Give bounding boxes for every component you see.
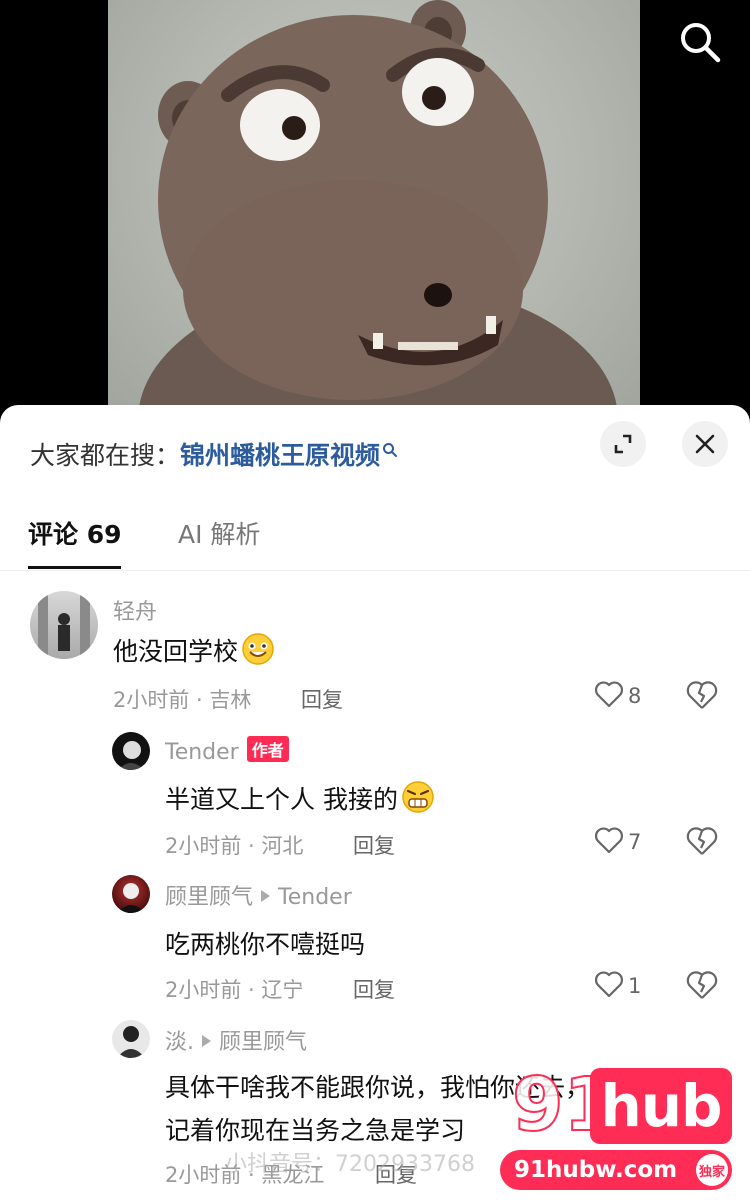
comment-text-line-1: 具体干啥我不能跟你说，我怕你还去，: [165, 1073, 591, 1102]
heart-icon: [594, 826, 624, 858]
comment-meta: 2小时前 · 黑龙江: [165, 1163, 325, 1187]
broken-heart-icon[interactable]: [686, 970, 718, 1002]
reply-button[interactable]: 回复: [353, 830, 395, 860]
hippo-illustration: [138, 0, 618, 430]
comment-text: 半道又上个人 我接的: [165, 780, 435, 816]
trending-prefix: 大家都在搜：: [30, 441, 181, 470]
tab-ai-analysis[interactable]: AI 解析: [178, 515, 260, 551]
commenter-name[interactable]: 淡. 顾里顾气: [165, 1024, 307, 1056]
video-player[interactable]: [0, 0, 750, 430]
like-count: 8: [628, 684, 642, 708]
grimace-emoji-icon: [401, 780, 435, 814]
trending-search[interactable]: 大家都在搜：锦州蟠桃王原视频: [30, 435, 398, 472]
author-badge: 作者: [246, 736, 289, 762]
avatar[interactable]: [30, 591, 98, 659]
heart-icon: [594, 680, 624, 712]
close-icon[interactable]: [682, 421, 728, 467]
reply-arrow-icon: [202, 1035, 211, 1047]
commenter-name[interactable]: Tender 作者: [165, 736, 289, 765]
small-search-icon: [382, 435, 398, 457]
tab-bar: 评论 69 AI 解析: [0, 505, 750, 571]
avatar[interactable]: [112, 732, 150, 770]
reply-to-name[interactable]: 顾里顾气: [219, 1030, 307, 1055]
comment-text-content: 他没回学校: [113, 637, 239, 666]
comment-text-content: 半道又上个人 我接的: [165, 785, 398, 814]
comment-text: 吃两桃你不噎挺吗: [165, 930, 366, 959]
like-button[interactable]: 7: [594, 826, 641, 858]
reply-to-name[interactable]: Tender: [278, 885, 352, 910]
like-count: 7: [628, 830, 642, 854]
commenter-name[interactable]: 轻舟: [113, 594, 157, 626]
trending-keyword[interactable]: 锦州蟠桃王原视频: [180, 441, 380, 470]
comment-meta: 2小时前 · 河北: [165, 834, 304, 858]
broken-heart-icon[interactable]: [686, 826, 718, 858]
tab-comments[interactable]: 评论 69: [28, 515, 122, 551]
commenter-name[interactable]: 顾里顾气 Tender: [165, 879, 352, 911]
comment-text: 他没回学校: [113, 632, 275, 668]
like-count: 1: [628, 974, 642, 998]
comment-sheet: 大家都在搜：锦州蟠桃王原视频 评论 69 AI 解析 轻舟 他没回学校 2小时前…: [0, 405, 750, 1200]
avatar[interactable]: [112, 1020, 150, 1058]
reply-button[interactable]: 回复: [353, 974, 395, 1004]
smile-emoji-icon: [241, 632, 275, 666]
reply-button[interactable]: 回复: [375, 1159, 417, 1189]
comment-text-line-2: 记着你现在当务之急是学习: [165, 1116, 466, 1145]
comment-meta: 2小时前 · 辽宁: [165, 978, 304, 1002]
broken-heart-icon[interactable]: [686, 680, 718, 712]
video-frame: [108, 0, 640, 430]
reply-arrow-icon: [261, 890, 271, 902]
commenter-name-text: 淡.: [165, 1030, 194, 1055]
like-button[interactable]: 8: [594, 680, 641, 712]
active-tab-indicator: [28, 566, 121, 569]
comment-meta: 2小时前 · 吉林: [113, 688, 252, 712]
heart-icon: [594, 970, 624, 1002]
commenter-name-text: 顾里顾气: [165, 885, 254, 910]
search-icon[interactable]: [678, 20, 722, 64]
commenter-name-text: Tender: [165, 740, 239, 765]
reply-button[interactable]: 回复: [301, 684, 343, 714]
avatar[interactable]: [112, 875, 150, 913]
expand-icon[interactable]: [600, 421, 646, 467]
like-button[interactable]: 1: [594, 970, 641, 1002]
